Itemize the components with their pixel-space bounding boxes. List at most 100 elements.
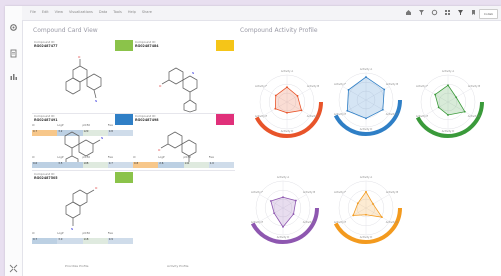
activity-radar-charts: Activity A Activity B Activity C Activity D… <box>250 67 484 244</box>
radar-axis-label: Activity A <box>442 69 455 73</box>
radar-point[interactable] <box>300 109 303 112</box>
svg-text:N: N <box>101 136 103 140</box>
radar-point[interactable] <box>296 95 299 97</box>
property-cell: 3.0 <box>57 238 83 244</box>
menu-item[interactable]: Visualizations <box>69 10 93 14</box>
radar-profile[interactable] <box>270 196 297 228</box>
radar-profile[interactable] <box>346 76 385 119</box>
radar-point[interactable] <box>455 96 458 99</box>
property-cell: 2.6 <box>158 162 184 168</box>
radar-point[interactable] <box>273 212 276 215</box>
property-table: Id LogP pIC50 Flex 0.7 3.0 118 0.9 <box>32 232 133 244</box>
property-table: Id LogP pIC50 Flex 0.8 2.6 141 1.0 <box>133 156 234 168</box>
radar-axis-label: Activity E <box>255 114 268 118</box>
compound-id: RG02487498 <box>135 118 159 122</box>
radar-profile[interactable] <box>352 191 383 218</box>
menu-item[interactable]: View <box>55 10 63 14</box>
radar-axis-label: Activity A <box>277 175 290 179</box>
menu-item[interactable]: Edit <box>42 10 49 14</box>
radar-axis-label: Activity A <box>360 67 373 71</box>
compound-card[interactable]: Compound ID RG02487498 O N <box>133 114 234 228</box>
radar-point[interactable] <box>269 200 272 202</box>
radar-axis-label: Activity D <box>277 235 290 239</box>
menu-item[interactable]: Share <box>142 10 152 14</box>
svg-text:N: N <box>192 71 194 75</box>
radar-point[interactable] <box>365 213 367 216</box>
compound-card[interactable]: Compound ID RG02487505 O N Id LogP pIC50… <box>32 172 133 276</box>
activity-badge <box>115 172 133 183</box>
radar-axis-label: Activity C <box>307 114 320 118</box>
chart-icon[interactable] <box>9 72 18 81</box>
settings-icon[interactable] <box>431 9 438 16</box>
radar-point[interactable] <box>282 226 284 228</box>
svg-text:O: O <box>159 84 162 88</box>
radar-axis-label: Activity B <box>303 190 316 194</box>
radar-point[interactable] <box>294 199 297 202</box>
property-cell: 0.7 <box>32 238 58 244</box>
radar-point[interactable] <box>381 108 384 111</box>
radar-axis-label: Activity D <box>442 129 455 133</box>
radar-axis-label: Activity F <box>251 190 264 194</box>
radar-point[interactable] <box>383 88 386 91</box>
radar-point[interactable] <box>365 117 367 120</box>
radar-point[interactable] <box>274 94 277 97</box>
property-cell: 0.6 <box>32 162 58 168</box>
radar-point[interactable] <box>346 109 349 112</box>
radar-point[interactable] <box>292 213 295 215</box>
radar-point[interactable] <box>437 106 440 109</box>
radar-point[interactable] <box>286 86 288 89</box>
gear-icon[interactable] <box>9 23 18 32</box>
funnel-icon[interactable] <box>457 9 464 16</box>
radar-point[interactable] <box>356 202 359 205</box>
radar-axis-label: Activity E <box>334 112 347 116</box>
radar-profile[interactable] <box>274 86 303 114</box>
radar-axis-label: Activity C <box>468 114 481 118</box>
radar-profile[interactable] <box>434 84 466 116</box>
radar-point[interactable] <box>434 93 437 96</box>
radar-point[interactable] <box>274 107 277 110</box>
property-cell: 1.0 <box>208 162 234 168</box>
radar-axis-label: Activity D <box>360 127 373 131</box>
radar-axis-label: Activity F <box>416 84 429 88</box>
screenshot-frame: File Edit View Visualizations Data Tools… <box>0 0 501 276</box>
radar-axis-label: Activity F <box>255 84 268 88</box>
collab-button[interactable]: Collab <box>479 9 498 19</box>
radar-point[interactable] <box>365 190 367 193</box>
menu-item[interactable]: File <box>30 10 36 14</box>
menu-item[interactable]: Tools <box>113 10 122 14</box>
radar-point[interactable] <box>447 114 449 116</box>
radar-axis-label: Activity B <box>307 84 320 88</box>
radar-axis-label: Activity F <box>334 190 347 194</box>
filter-icon[interactable] <box>418 9 425 16</box>
radar-point[interactable] <box>381 216 383 219</box>
menu-item[interactable]: Data <box>99 10 107 14</box>
menu-bar: File Edit View Visualizations Data Tools… <box>30 10 152 14</box>
activity-profile-title: Compound Activity Profile <box>240 27 318 34</box>
radar-point[interactable] <box>282 196 284 199</box>
footer-right-label[interactable]: Activity Profile <box>167 264 189 268</box>
radar-axis-label: Activity A <box>360 175 373 179</box>
menu-item[interactable]: Help <box>128 10 136 14</box>
radar-point[interactable] <box>352 214 355 217</box>
document-icon[interactable] <box>9 49 18 58</box>
expand-icon[interactable] <box>9 264 18 273</box>
card-view-title: Compound Card View <box>33 27 98 34</box>
property-cell: 141 <box>183 162 209 168</box>
footer-left-label[interactable]: Prioritize Profile <box>65 264 88 268</box>
property-cell: 108 <box>82 162 108 168</box>
radar-point[interactable] <box>372 203 374 205</box>
radar-point[interactable] <box>347 88 350 91</box>
radar-point[interactable] <box>286 111 288 114</box>
grid-icon[interactable] <box>444 9 451 16</box>
compound-id: RG02487477 <box>34 44 58 48</box>
radar-axis-label: Activity B <box>386 190 399 194</box>
home-icon[interactable] <box>405 9 412 16</box>
app-window: File Edit View Visualizations Data Tools… <box>5 6 501 276</box>
radar-point[interactable] <box>447 84 449 87</box>
radar-axis-label: Activity C <box>386 112 399 116</box>
radar-point[interactable] <box>463 110 466 113</box>
bookmark-icon[interactable] <box>470 9 477 16</box>
radar-point[interactable] <box>365 76 367 78</box>
property-table: Id LogP pIC50 Flex 0.6 3.5 108 0.7 <box>32 156 133 168</box>
radar-axis-label: Activity E <box>251 220 264 224</box>
